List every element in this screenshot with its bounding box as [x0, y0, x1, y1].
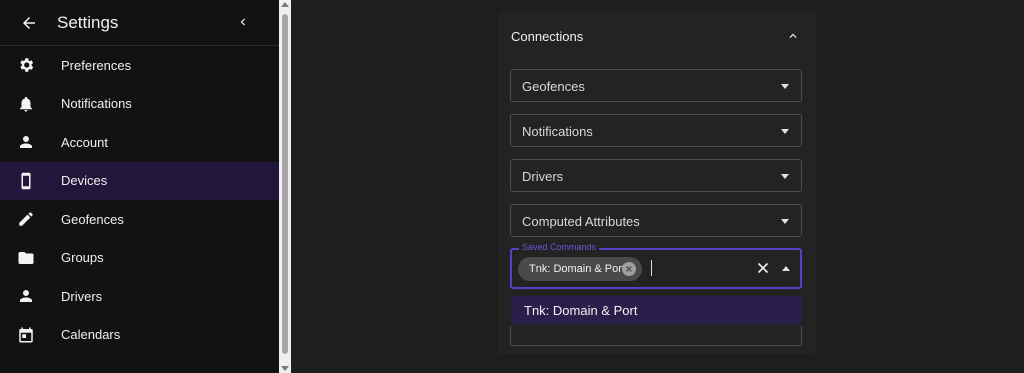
chip-remove-icon[interactable] [622, 262, 636, 276]
settings-sidebar: Settings Preferences Notifications Accou… [0, 0, 279, 373]
folder-icon [16, 248, 36, 268]
chevron-left-icon[interactable] [233, 12, 253, 32]
panel-title: Connections [511, 29, 584, 44]
text-cursor [651, 260, 652, 276]
sidebar-item-label: Notifications [61, 96, 132, 112]
partially-hidden-field[interactable] [510, 326, 802, 346]
sidebar-item-label: Groups [61, 250, 104, 266]
selected-chip: Tnk: Domain & Port [518, 257, 642, 281]
sidebar-item-geofences[interactable]: Geofences [0, 200, 279, 239]
sidebar-item-label: Geofences [61, 211, 124, 227]
smartphone-icon [16, 171, 36, 191]
saved-commands-field[interactable]: Saved Commands Tnk: Domain & Port [510, 242, 802, 289]
caret-down-icon [781, 174, 789, 179]
saved-commands-option[interactable]: Tnk: Domain & Port [511, 296, 802, 324]
caret-down-icon [781, 219, 789, 224]
arrow-left-icon[interactable] [18, 12, 40, 34]
clear-icon[interactable] [756, 261, 770, 275]
sidebar-scrollbar[interactable] [279, 0, 291, 373]
person-icon [16, 132, 36, 152]
calendar-icon [16, 325, 36, 345]
bell-icon [16, 94, 36, 114]
notifications-select[interactable]: Notifications [510, 114, 802, 147]
select-value: Drivers [522, 169, 564, 184]
computed-attributes-select[interactable]: Computed Attributes [510, 204, 802, 237]
sidebar-item-account[interactable]: Account [0, 123, 279, 162]
caret-down-icon [781, 84, 789, 89]
sidebar-item-drivers[interactable]: Drivers [0, 277, 279, 316]
gear-icon [16, 55, 36, 75]
geofences-select[interactable]: Geofences [510, 69, 802, 102]
scroll-down-icon[interactable] [281, 366, 289, 371]
sidebar-item-label: Drivers [61, 288, 103, 304]
select-value: Computed Attributes [522, 214, 640, 229]
scrollbar-thumb[interactable] [282, 14, 288, 354]
person-icon [16, 286, 36, 306]
sidebar-item-label: Calendars [61, 327, 121, 343]
sidebar-item-groups[interactable]: Groups [0, 239, 279, 278]
caret-up-icon[interactable] [782, 266, 790, 271]
chip-label: Tnk: Domain & Port [529, 263, 625, 275]
sidebar-header: Settings [0, 0, 279, 46]
sidebar-nav: Preferences Notifications Account Device… [0, 46, 279, 354]
sidebar-title: Settings [57, 12, 119, 32]
pencil-icon [16, 209, 36, 229]
sidebar-item-label: Preferences [61, 57, 132, 73]
sidebar-item-label: Devices [61, 173, 108, 189]
sidebar-item-label: Account [61, 134, 108, 150]
sidebar-item-calendars[interactable]: Calendars [0, 316, 279, 355]
app-root: Settings Preferences Notifications Accou… [0, 0, 1024, 373]
sidebar-item-preferences[interactable]: Preferences [0, 46, 279, 85]
sidebar-item-devices[interactable]: Devices [0, 161, 279, 200]
select-value: Notifications [522, 124, 593, 139]
option-label: Tnk: Domain & Port [524, 303, 638, 318]
scroll-up-icon[interactable] [281, 2, 289, 7]
select-value: Geofences [522, 79, 585, 94]
chevron-up-icon[interactable] [786, 29, 800, 43]
connections-header[interactable]: Connections [498, 12, 816, 60]
caret-down-icon [781, 129, 789, 134]
drivers-select[interactable]: Drivers [510, 159, 802, 192]
sidebar-item-notifications[interactable]: Notifications [0, 85, 279, 124]
field-label: Saved Commands [519, 242, 600, 252]
